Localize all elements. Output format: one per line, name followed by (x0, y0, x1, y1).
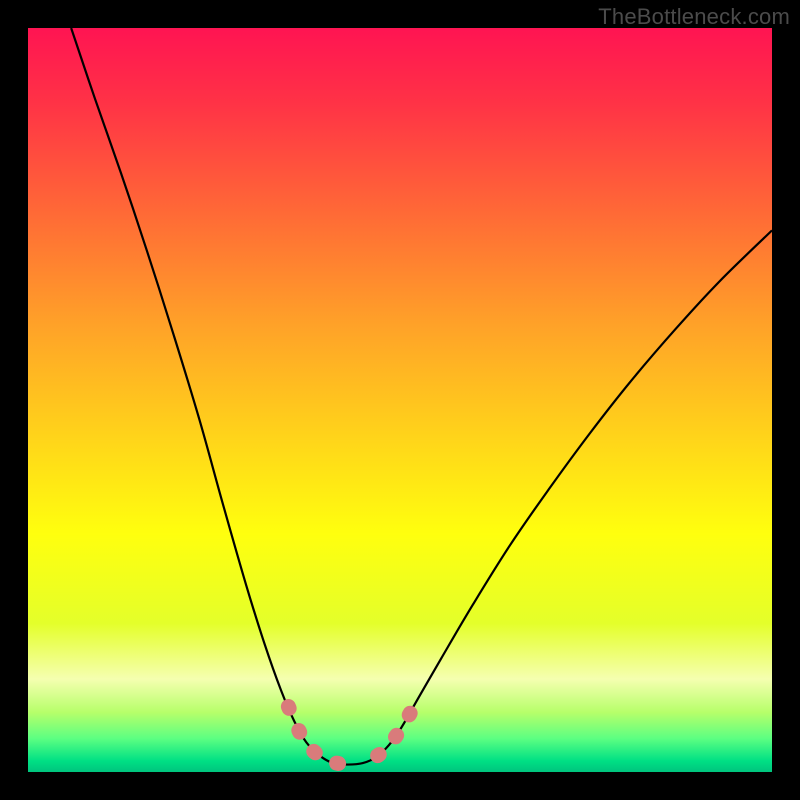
chart-plot-area (28, 28, 772, 772)
chart-frame: TheBottleneck.com (0, 0, 800, 800)
chart-background (28, 28, 772, 772)
watermark-text: TheBottleneck.com (598, 4, 790, 30)
bottleneck-chart (28, 28, 772, 772)
